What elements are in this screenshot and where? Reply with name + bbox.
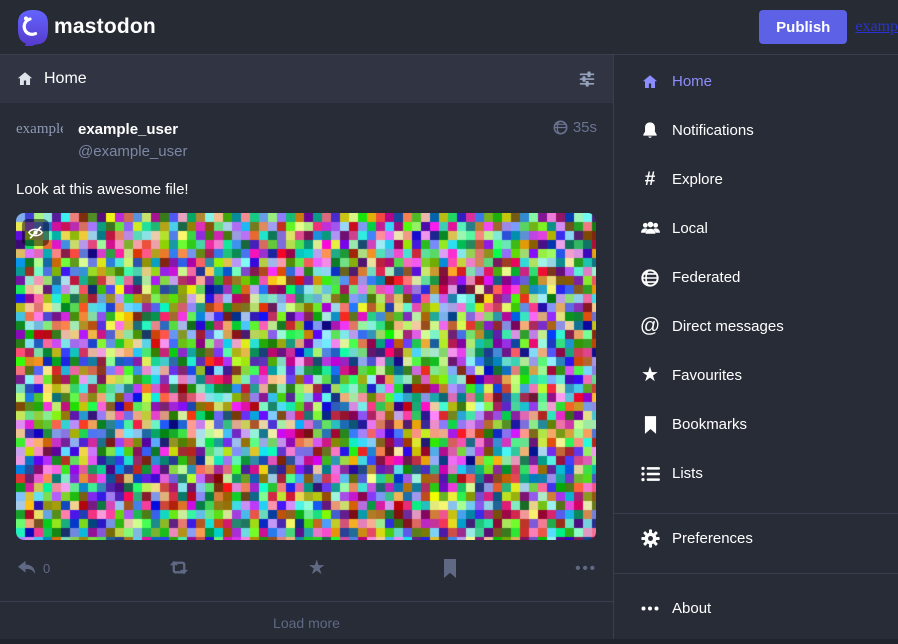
post-content: Look at this awesome file! — [16, 179, 597, 200]
brand-wordmark: mastodon — [54, 15, 156, 39]
reply-icon — [16, 559, 37, 578]
sidebar-item-home[interactable]: Home — [614, 57, 898, 106]
globe-icon — [639, 269, 661, 287]
post-timestamp[interactable]: 35s — [553, 119, 597, 136]
users-icon — [639, 220, 661, 237]
sidebar-item-label: Federated — [672, 269, 740, 286]
ellipsis-icon — [639, 606, 661, 611]
sliders-icon — [577, 69, 597, 89]
eye-slash-icon — [27, 224, 44, 241]
gear-icon — [639, 529, 661, 548]
list-icon — [639, 466, 661, 482]
at-icon: @ — [639, 317, 661, 336]
favourite-button[interactable]: ★ — [308, 558, 326, 578]
reply-count: 0 — [43, 561, 50, 576]
timestamp-text: 35s — [573, 119, 597, 136]
sidebar-item-about[interactable]: About — [614, 584, 898, 633]
column-settings-button[interactable] — [577, 69, 597, 89]
boost-icon — [168, 558, 190, 578]
home-icon — [639, 73, 661, 91]
sidebar-item-federated[interactable]: Federated — [614, 253, 898, 302]
sidebar-item-label: About — [672, 600, 711, 617]
load-more-button[interactable]: Load more — [0, 601, 613, 643]
bookmark-button[interactable] — [443, 559, 457, 578]
visibility-globe-icon — [553, 120, 568, 135]
sidebar-item-label: Local — [672, 220, 708, 237]
sidebar-item-label: Notifications — [672, 122, 754, 139]
home-icon — [16, 70, 34, 88]
sidebar-item-favourites[interactable]: ★ Favourites — [614, 351, 898, 400]
star-icon: ★ — [308, 558, 326, 578]
status-action-bar: 0 ★ — [16, 556, 597, 580]
sidebar-item-label: Lists — [672, 465, 703, 482]
ellipsis-icon: ••• — [575, 560, 597, 577]
bottom-edge — [0, 639, 898, 644]
mastodon-logo[interactable]: mastodon — [16, 8, 156, 46]
sidebar-item-label: Explore — [672, 171, 723, 188]
sidebar-item-label: Preferences — [672, 530, 753, 547]
sidebar-item-label: Favourites — [672, 367, 742, 384]
media-attachment[interactable] — [16, 213, 596, 540]
bookmark-icon — [443, 559, 457, 578]
sidebar-item-direct-messages[interactable]: @ Direct messages — [614, 302, 898, 351]
hide-media-button[interactable] — [22, 219, 49, 246]
sidebar-item-label: Direct messages — [672, 318, 784, 335]
bell-icon — [639, 121, 661, 140]
sidebar-divider — [614, 573, 898, 574]
sidebar-item-lists[interactable]: Lists — [614, 449, 898, 498]
star-icon: ★ — [639, 366, 661, 385]
more-options-button[interactable]: ••• — [575, 560, 597, 577]
column-title: Home — [44, 70, 87, 88]
status-post: example example_user @example_user 35s — [0, 103, 613, 601]
home-timeline-column: Home example example_user @example_user — [0, 55, 614, 643]
top-navigation-bar: mastodon Publish examp — [0, 0, 898, 55]
sidebar-item-label: Bookmarks — [672, 416, 747, 433]
sidebar-item-notifications[interactable]: Notifications — [614, 106, 898, 155]
nav-list: Home Notifications # Explore Local Feder… — [614, 57, 898, 498]
sidebar-item-bookmarks[interactable]: Bookmarks — [614, 400, 898, 449]
attachment-noise-image — [16, 213, 596, 540]
sidebar-item-local[interactable]: Local — [614, 204, 898, 253]
sidebar-item-preferences[interactable]: Preferences — [614, 514, 898, 563]
display-name[interactable]: example_user — [78, 119, 187, 141]
sidebar-item-explore[interactable]: # Explore — [614, 155, 898, 204]
bookmark-icon — [639, 416, 661, 434]
boost-button[interactable] — [168, 558, 190, 578]
account-handle: @example_user — [78, 141, 187, 163]
mastodon-elephant-icon — [16, 8, 50, 46]
publish-button[interactable]: Publish — [759, 10, 847, 44]
account-link[interactable]: examp — [855, 18, 898, 36]
sidebar-item-label: Home — [672, 73, 712, 90]
navigation-panel: Home Notifications # Explore Local Feder… — [614, 55, 898, 643]
avatar[interactable]: example — [16, 119, 63, 165]
reply-button[interactable]: 0 — [16, 559, 50, 578]
column-header[interactable]: Home — [0, 55, 613, 103]
hashtag-icon: # — [639, 170, 661, 189]
